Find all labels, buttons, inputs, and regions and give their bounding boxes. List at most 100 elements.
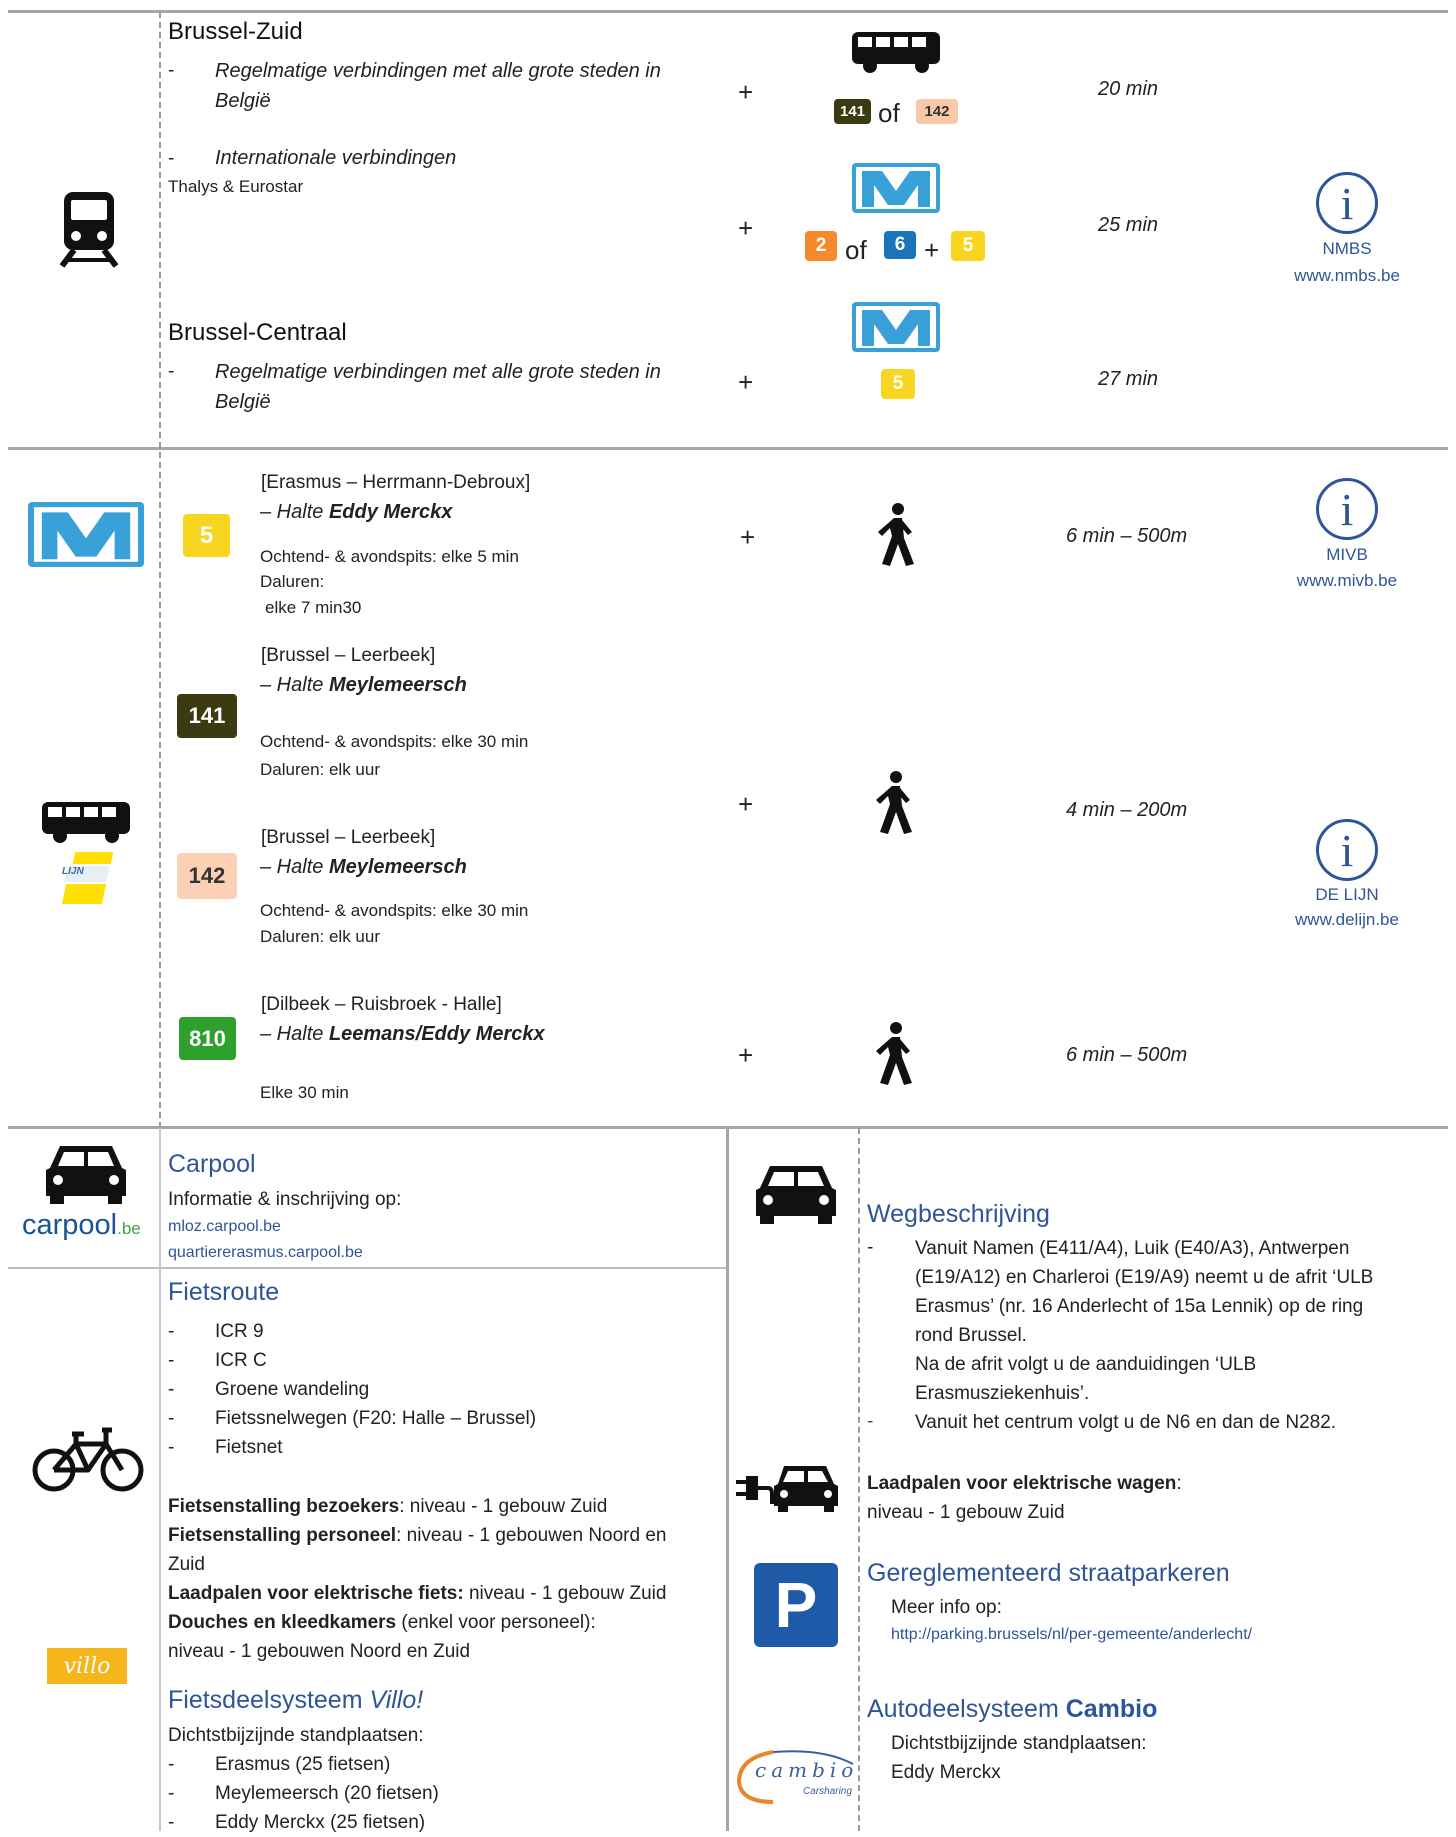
bus-810-halte: – Halte Leemans/Eddy Merckx: [260, 1019, 545, 1049]
travel-time: 20 min: [1098, 78, 1159, 100]
info-delijn-name: DE LIJN: [1315, 885, 1379, 904]
bullet-dash: -: [168, 1379, 175, 1400]
plus-sign: +: [738, 789, 754, 819]
carpool-bike-divider: [8, 1267, 726, 1269]
info-icon[interactable]: i: [1316, 478, 1378, 540]
list-item: - Fietssnelwegen (F20: Halle – Brussel): [168, 1404, 728, 1433]
bullet-dash: -: [168, 148, 175, 169]
bike-parking-visitors-label: Fietsenstalling bezoekers: [168, 1496, 400, 1517]
pedestrian-icon: [876, 1022, 912, 1085]
metro-frequency-offpeak-label: Daluren:: [260, 572, 325, 591]
travel-time: 25 min: [1098, 214, 1159, 236]
zuid-international-text: Internationale verbindingen: [215, 147, 457, 169]
metro-logo: [28, 502, 144, 567]
halte-prefix: – Halte: [260, 856, 329, 878]
walking-time: 6 min – 500m: [1066, 525, 1188, 547]
walking-time: 6 min – 500m: [1066, 1044, 1188, 1066]
walking-time: 4 min – 200m: [1066, 799, 1188, 821]
cambio-logo: cambio Carsharing: [733, 1748, 863, 1806]
showers: Douches en kleedkamers (enkel voor perso…: [168, 1608, 596, 1637]
metro-5-badge: 5: [951, 231, 985, 261]
info-icon[interactable]: i: [1316, 819, 1378, 881]
bike-parking-visitors-text: : niveau - 1 gebouw Zuid: [399, 1496, 608, 1517]
plus-sign: +: [740, 522, 756, 552]
halte-name: Leemans/Eddy Merckx: [328, 1023, 545, 1045]
bike-parking-staff: Fietsenstalling personeel: niveau - 1 ge…: [168, 1521, 667, 1550]
ev-charging-title: Laadpalen voor elektrische wagen:: [867, 1469, 1182, 1498]
showers-label: Douches en kleedkamers: [168, 1612, 397, 1633]
bus-141-route: [Brussel – Leerbeek]: [261, 645, 436, 666]
info-nmbs-link[interactable]: www.nmbs.be: [1247, 264, 1447, 288]
directions-line: Vanuit het centrum volgt u de N6 en dan …: [915, 1412, 1337, 1433]
bicycle-icon: [32, 1427, 144, 1492]
halte-prefix: – Halte: [260, 1023, 329, 1045]
bullet-dash: -: [168, 1350, 175, 1371]
metro-logo: [852, 163, 940, 213]
list-item: - Meylemeersch (20 fietsen): [168, 1779, 728, 1808]
car-icon-divider: [858, 1128, 860, 1831]
info-nmbs-name: NMBS: [1322, 239, 1372, 258]
ebike-charging-text: niveau - 1 gebouw Zuid: [463, 1583, 667, 1604]
metro-5-badge: 5: [183, 514, 230, 557]
villo-list: - Erasmus (25 fietsen) - Meylemeersch (20 f…: [168, 1750, 728, 1837]
villo-title: Fietsdeelsysteem Villo!: [168, 1686, 423, 1715]
directions-line: Vanuit Namen (E411/A4), Luik (E40/A3), A…: [915, 1238, 1350, 1259]
bus-810-badge: 810: [179, 1017, 236, 1060]
bus-141-frequency-offpeak: Daluren: elk uur: [260, 760, 381, 779]
directions-line: Erasmus’ (nr. 16 Anderlecht of 15a Lenni…: [915, 1296, 1364, 1317]
plus-sign: +: [738, 77, 754, 107]
car-icon: [756, 1166, 836, 1224]
list-item-label: Fietssnelwegen (F20: Halle – Brussel): [215, 1408, 537, 1429]
carpool-link-mloz[interactable]: mloz.carpool.be: [168, 1214, 281, 1239]
showers-cont: niveau - 1 gebouwen Noord en Zuid: [168, 1641, 471, 1662]
plus-sign: +: [738, 213, 754, 243]
ev-charging-text: niveau - 1 gebouw Zuid: [867, 1502, 1065, 1523]
info-mivb-name: MIVB: [1326, 545, 1368, 564]
or-text: of: [845, 235, 867, 265]
villo-text: Dichtstbijzijnde standplaatsen:: [168, 1725, 424, 1746]
left-column-divider: [159, 12, 161, 1128]
ebike-charging: Laadpalen voor elektrische fiets: niveau…: [168, 1579, 666, 1608]
list-item: - Groene wandeling: [168, 1375, 728, 1404]
bus-810-frequency: Elke 30 min: [260, 1083, 349, 1102]
info-delijn-link[interactable]: www.delijn.be: [1247, 908, 1447, 932]
bus-142-badge: 142: [177, 853, 237, 899]
directions-line: (E19/A12) en Charleroi (E19/A9) neemt u …: [915, 1267, 1374, 1288]
cambio-place: Eddy Merckx: [891, 1762, 1001, 1783]
carpool-logo-text: carpool: [22, 1209, 118, 1241]
list-item-label: Groene wandeling: [215, 1379, 370, 1400]
bus-141-badge: 141: [177, 694, 237, 738]
carpool-link-quartier[interactable]: quartiererasmus.carpool.be: [168, 1240, 363, 1265]
list-item: - ICR C: [168, 1346, 728, 1375]
ev-charging-colon: :: [1176, 1473, 1182, 1494]
top-divider: [8, 10, 1448, 13]
parking-sign-icon: P: [754, 1563, 838, 1647]
parking-link[interactable]: http://parking.brussels/nl/per-gemeente/…: [891, 1622, 1252, 1647]
parking-sign-letter: P: [774, 1569, 818, 1641]
bike-parking-staff-cont: Zuid: [168, 1554, 205, 1575]
cambio-title-bold: Cambio: [1065, 1695, 1158, 1723]
villo-logo-text: villo: [63, 1653, 111, 1679]
bus-142-halte: – Halte Meylemeersch: [260, 852, 467, 882]
info-icon[interactable]: i: [1316, 172, 1378, 234]
metro-2-badge: 2: [805, 231, 837, 261]
cambio-logo-text: cambio: [755, 1758, 859, 1782]
bullet-dash: -: [168, 1437, 175, 1458]
ev-charging-icon: [736, 1466, 838, 1512]
middle-divider: [726, 1128, 729, 1831]
bus-icon: [42, 802, 130, 843]
bus-141-badge: 141: [834, 99, 871, 124]
villo-title-text: Fietsdeelsysteem: [168, 1686, 370, 1714]
halte-name: Eddy Merckx: [328, 501, 453, 523]
info-mivb-link[interactable]: www.mivb.be: [1247, 569, 1447, 593]
plus-sign: +: [738, 1040, 754, 1070]
bus-141-halte: – Halte Meylemeersch: [260, 670, 467, 700]
de-lijn-logo-text: LIJN: [62, 866, 84, 877]
halte-name: Meylemeersch: [328, 674, 467, 696]
metro-frequency-offpeak: elke 7 min30: [265, 598, 362, 617]
bullet-dash: -: [168, 1783, 175, 1804]
cambio-title: Autodeelsysteem Cambio: [867, 1695, 1157, 1724]
list-item: - ICR 9: [168, 1317, 728, 1346]
travel-time: 27 min: [1098, 368, 1159, 390]
zuid-thalys-text: Thalys & Eurostar: [168, 177, 304, 196]
